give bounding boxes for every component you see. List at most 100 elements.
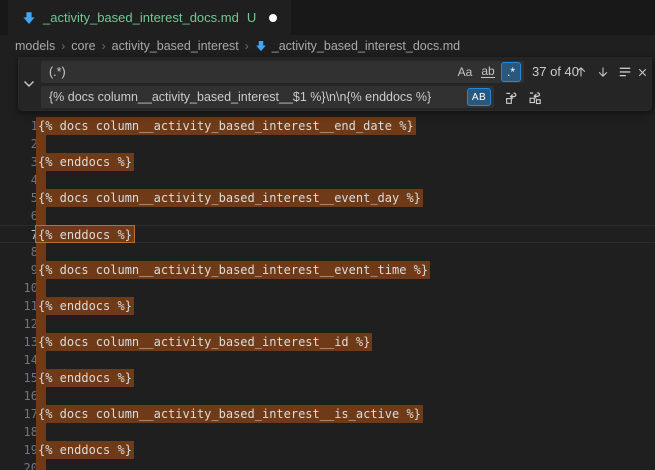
editor-line[interactable]: 13 {% docs column__activity_based_intere… <box>0 333 655 351</box>
line-number: 13 <box>0 333 38 351</box>
markdown-file-icon <box>22 11 36 25</box>
breadcrumb: models › core › activity_based_interest … <box>0 35 655 57</box>
chevron-right-icon: › <box>61 39 65 53</box>
line-number: 19 <box>0 441 38 459</box>
regex-toggle[interactable]: .* <box>501 62 521 82</box>
find-input[interactable]: (.*) Aa ab .* <box>41 61 524 83</box>
line-number: 8 <box>0 243 38 261</box>
breadcrumb-item-models[interactable]: models <box>15 39 55 53</box>
close-icon <box>636 66 649 79</box>
line-text <box>36 423 46 441</box>
line-number: 16 <box>0 387 38 405</box>
line-number: 9 <box>0 261 38 279</box>
line-number: 17 <box>0 405 38 423</box>
editor-line[interactable]: 8 <box>0 243 655 261</box>
replace-input-value: {% docs column__activity_based_interest_… <box>49 90 431 104</box>
find-input-value: (.*) <box>49 65 66 79</box>
editor-line[interactable]: 4 <box>0 171 655 189</box>
line-text: {% docs column__activity_based_interest_… <box>36 405 423 423</box>
whole-word-toggle[interactable]: ab <box>478 62 498 82</box>
editor-line[interactable]: 6 <box>0 207 655 225</box>
line-number: 1 <box>0 117 38 135</box>
arrow-down-icon <box>596 65 610 79</box>
line-number: 14 <box>0 351 38 369</box>
arrow-up-icon <box>574 65 588 79</box>
editor-line[interactable]: 18 <box>0 423 655 441</box>
line-text <box>36 351 46 369</box>
line-text: {% docs column__activity_based_interest_… <box>36 261 430 279</box>
replace-options: AB <box>467 88 494 106</box>
editor-line[interactable]: 12 <box>0 315 655 333</box>
editor-line[interactable]: 1 {% docs column__activity_based_interes… <box>0 117 655 135</box>
editor-line[interactable]: 3 {% enddocs %} <box>0 153 655 171</box>
line-text <box>36 171 46 189</box>
breadcrumb-item-activity-based-interest[interactable]: activity_based_interest <box>112 39 239 53</box>
tab-bar: _activity_based_interest_docs.md U <box>0 0 655 35</box>
editor-line[interactable]: 5 {% docs column__activity_based_interes… <box>0 189 655 207</box>
line-text: {% enddocs %} <box>36 226 134 242</box>
editor-line[interactable]: 20 <box>0 459 655 470</box>
next-match-button[interactable] <box>593 61 613 83</box>
line-text <box>36 135 46 153</box>
line-text: {% enddocs %} <box>36 297 134 315</box>
toggle-replace-button[interactable] <box>19 57 39 110</box>
modified-dot-icon[interactable] <box>269 14 277 22</box>
line-text: {% enddocs %} <box>36 153 134 171</box>
breadcrumb-item-file[interactable]: _activity_based_interest_docs.md <box>255 39 460 53</box>
line-text <box>36 243 46 261</box>
line-number: 6 <box>0 207 38 225</box>
line-number: 20 <box>0 459 38 470</box>
line-number: 10 <box>0 279 38 297</box>
preserve-case-toggle[interactable]: AB <box>467 88 491 106</box>
replace-one-button[interactable] <box>501 86 521 108</box>
line-text <box>36 279 46 297</box>
editor-line[interactable]: 16 <box>0 387 655 405</box>
line-number: 7 <box>0 226 38 242</box>
editor-line[interactable]: 11 {% enddocs %} <box>0 297 655 315</box>
replace-icon <box>504 90 519 105</box>
markdown-file-icon <box>255 40 267 52</box>
editor-line[interactable]: 19 {% enddocs %} <box>0 441 655 459</box>
breadcrumb-file-label: _activity_based_interest_docs.md <box>272 39 460 53</box>
editor-line[interactable]: 17 {% docs column__activity_based_intere… <box>0 405 655 423</box>
previous-match-button[interactable] <box>571 61 591 83</box>
close-find-widget-button[interactable] <box>632 61 652 83</box>
line-text: {% docs column__activity_based_interest_… <box>36 189 423 207</box>
editor[interactable]: 1 {% docs column__activity_based_interes… <box>0 57 655 470</box>
line-text <box>36 207 46 225</box>
line-text <box>36 315 46 333</box>
breadcrumb-item-core[interactable]: core <box>71 39 95 53</box>
git-status-badge: U <box>247 10 256 25</box>
line-text: {% docs column__activity_based_interest_… <box>36 117 416 135</box>
line-text: {% enddocs %} <box>36 369 134 387</box>
chevron-down-icon <box>23 79 35 89</box>
replace-input[interactable]: {% docs column__activity_based_interest_… <box>41 86 494 108</box>
line-number: 4 <box>0 171 38 189</box>
editor-line[interactable]: 7 {% enddocs %} <box>0 225 655 243</box>
editor-line[interactable]: 2 <box>0 135 655 153</box>
line-number: 15 <box>0 369 38 387</box>
editor-lines: 1 {% docs column__activity_based_interes… <box>0 57 655 470</box>
line-number: 3 <box>0 153 38 171</box>
replace-all-icon[interactable] <box>525 86 545 108</box>
find-replace-widget: (.*) Aa ab .* 37 of 40 {% doc <box>18 57 652 111</box>
chevron-right-icon: › <box>102 39 106 53</box>
line-text <box>36 459 46 470</box>
line-text <box>36 387 46 405</box>
editor-line[interactable]: 10 <box>0 279 655 297</box>
line-text: {% docs column__activity_based_interest_… <box>36 333 372 351</box>
find-options: Aa ab .* <box>455 62 524 82</box>
editor-line[interactable]: 9 {% docs column__activity_based_interes… <box>0 261 655 279</box>
chevron-right-icon: › <box>245 39 249 53</box>
editor-line[interactable]: 14 <box>0 351 655 369</box>
tab-active-file[interactable]: _activity_based_interest_docs.md U <box>8 0 291 35</box>
replace-all-icon <box>528 90 543 105</box>
editor-line[interactable]: 15 {% enddocs %} <box>0 369 655 387</box>
selection-lines-icon <box>618 65 632 79</box>
line-number: 5 <box>0 189 38 207</box>
tab-filename: _activity_based_interest_docs.md <box>43 10 239 25</box>
line-number: 18 <box>0 423 38 441</box>
line-number: 11 <box>0 297 38 315</box>
line-number: 12 <box>0 315 38 333</box>
match-case-toggle[interactable]: Aa <box>455 62 475 82</box>
